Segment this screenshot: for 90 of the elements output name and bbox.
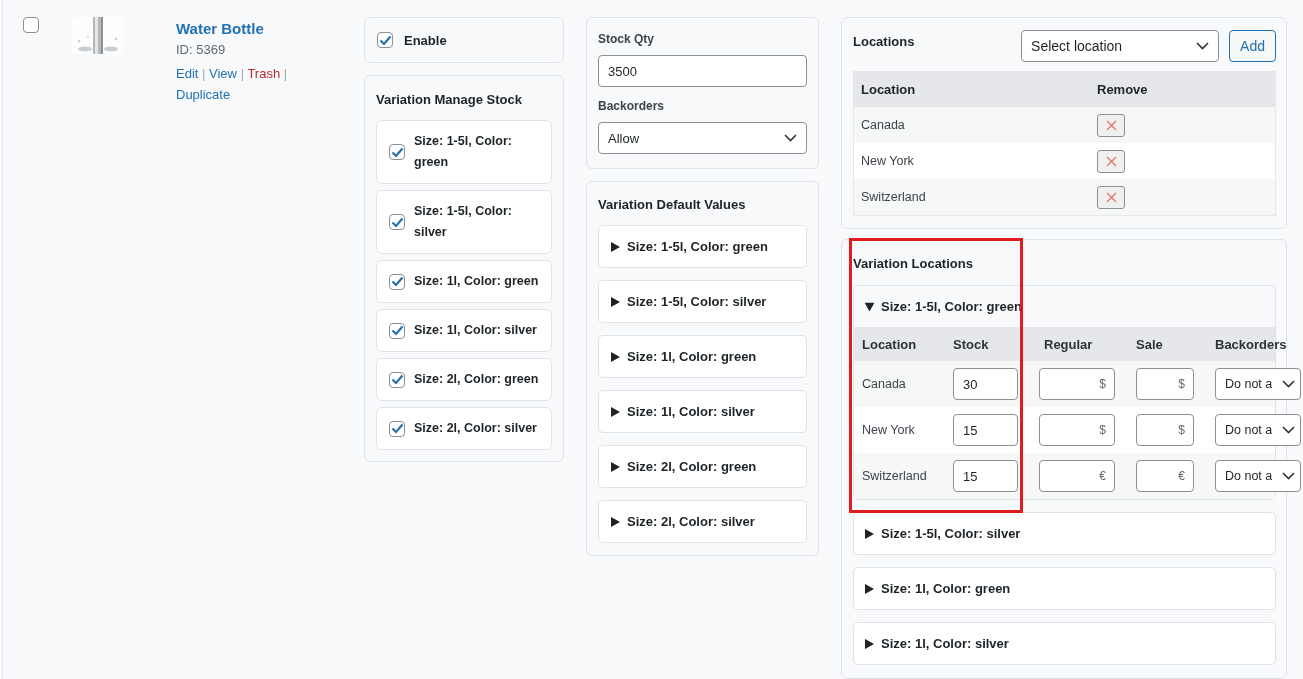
add-button[interactable]: Add bbox=[1229, 30, 1276, 62]
table-cell: New York bbox=[853, 143, 1090, 179]
price-field[interactable]: $ bbox=[1136, 368, 1194, 400]
chevron-icon bbox=[1282, 380, 1295, 388]
chevron-icon bbox=[784, 134, 797, 142]
card-title: Variation Default Values bbox=[598, 197, 747, 212]
checkbox[interactable] bbox=[389, 322, 405, 339]
table-cell: Switzerland bbox=[853, 179, 1090, 216]
caret-icon bbox=[611, 461, 620, 472]
checkbox-label: Enable bbox=[404, 32, 447, 48]
caret-icon bbox=[865, 638, 874, 649]
accordion-item[interactable]: Size: 1-5l, Color: green bbox=[598, 225, 807, 268]
checkbox[interactable] bbox=[389, 371, 405, 388]
separator: | bbox=[240, 66, 244, 81]
table-cell: New York bbox=[854, 407, 945, 453]
caret-icon bbox=[611, 296, 620, 307]
stock-input[interactable]: 30 bbox=[953, 368, 1018, 400]
stock-input[interactable]: 15 bbox=[953, 414, 1018, 446]
checkbox[interactable] bbox=[377, 32, 393, 48]
table-cell: Canada bbox=[854, 361, 945, 407]
close-icon bbox=[1105, 119, 1117, 131]
variation-label: Size: 1l, Color: green bbox=[414, 273, 539, 290]
accordion-item[interactable]: Size: 2l, Color: silver bbox=[598, 500, 807, 543]
variation-label: Size: 2l, Color: green bbox=[414, 371, 539, 388]
column-header: Sale bbox=[1136, 336, 1163, 352]
price-field[interactable]: $ bbox=[1136, 414, 1194, 446]
caret-icon bbox=[865, 583, 874, 594]
remove-button[interactable] bbox=[1097, 149, 1125, 173]
select-field[interactable]: Select location bbox=[1021, 30, 1220, 62]
variation-label: Size: 1l, Color: silver bbox=[414, 322, 537, 339]
action-link[interactable]: Edit bbox=[176, 66, 199, 81]
close-icon bbox=[1105, 155, 1117, 167]
checkbox[interactable] bbox=[389, 214, 405, 230]
price-field[interactable]: $ bbox=[1039, 368, 1115, 400]
variation-label: Size: 1-5l, Color: green bbox=[414, 133, 513, 171]
product-title-link[interactable]: Water Bottle bbox=[176, 20, 364, 37]
action-link[interactable]: Duplicate bbox=[176, 87, 231, 102]
price-field[interactable]: € bbox=[1136, 460, 1194, 492]
accordion-item[interactable]: Size: 1l, Color: green bbox=[598, 335, 807, 378]
price-field[interactable]: € bbox=[1039, 460, 1115, 492]
checkbox[interactable] bbox=[389, 420, 405, 437]
caret-icon bbox=[611, 406, 620, 417]
backorders-select[interactable]: Do not a bbox=[1215, 460, 1301, 492]
chevron-icon bbox=[1282, 472, 1295, 480]
chevron-icon bbox=[1282, 426, 1295, 434]
caret-icon bbox=[611, 516, 620, 527]
variation-label: Size: 2l, Color: silver bbox=[414, 420, 537, 437]
column-header: Stock bbox=[953, 336, 989, 352]
variation-label: Size: 1-5l, Color: silver bbox=[414, 203, 513, 241]
table-cell: Switzerland bbox=[854, 453, 945, 499]
remove-button[interactable] bbox=[1097, 113, 1125, 137]
checkbox[interactable] bbox=[389, 144, 405, 160]
accordion-header[interactable]: Size: 1-5l, Color: green bbox=[854, 286, 1275, 327]
action-link[interactable]: View bbox=[209, 66, 237, 81]
checkbox[interactable] bbox=[389, 273, 405, 290]
caret-icon bbox=[865, 528, 874, 539]
field-label: Backorders bbox=[598, 99, 666, 113]
column-header: Backorders bbox=[1215, 336, 1287, 352]
card-title: Locations bbox=[853, 33, 916, 49]
stock-input[interactable]: 15 bbox=[953, 460, 1018, 492]
table-cell: Canada bbox=[853, 107, 1090, 143]
remove-button[interactable] bbox=[1097, 185, 1125, 209]
column-header: Location bbox=[853, 71, 1090, 107]
caret-icon bbox=[864, 302, 875, 311]
product-id: ID: 5369 bbox=[176, 42, 227, 57]
column-header: Location bbox=[862, 336, 917, 352]
column-header: Regular bbox=[1043, 336, 1093, 352]
card-title: Variation Manage Stock bbox=[376, 92, 523, 107]
accordion-header[interactable]: Size: 1l, Color: green bbox=[854, 568, 1275, 609]
select-field[interactable]: Allow bbox=[598, 122, 807, 154]
column-header: Remove bbox=[1090, 71, 1276, 107]
accordion-item[interactable]: Size: 1-5l, Color: silver bbox=[598, 280, 807, 323]
accordion-item[interactable]: Size: 1l, Color: silver bbox=[598, 390, 807, 433]
accordion-header[interactable]: Size: 1l, Color: silver bbox=[854, 623, 1275, 664]
chevron-icon bbox=[1196, 42, 1210, 50]
input-field[interactable]: 3500 bbox=[598, 55, 807, 87]
checkbox[interactable] bbox=[23, 17, 39, 33]
field-label: Stock Qty bbox=[598, 32, 655, 46]
accordion-item[interactable]: Size: 2l, Color: green bbox=[598, 445, 807, 488]
backorders-select[interactable]: Do not a bbox=[1215, 368, 1301, 400]
separator: | bbox=[283, 66, 288, 81]
caret-icon bbox=[611, 351, 620, 362]
price-field[interactable]: $ bbox=[1039, 414, 1115, 446]
accordion-header[interactable]: Size: 1-5l, Color: silver bbox=[854, 513, 1275, 554]
caret-icon bbox=[611, 241, 620, 252]
trash-link[interactable]: Trash bbox=[247, 66, 281, 81]
backorders-select[interactable]: Do not a bbox=[1215, 414, 1301, 446]
close-icon bbox=[1105, 191, 1117, 203]
card-title: Variation Locations bbox=[853, 256, 974, 271]
separator: | bbox=[202, 66, 206, 81]
